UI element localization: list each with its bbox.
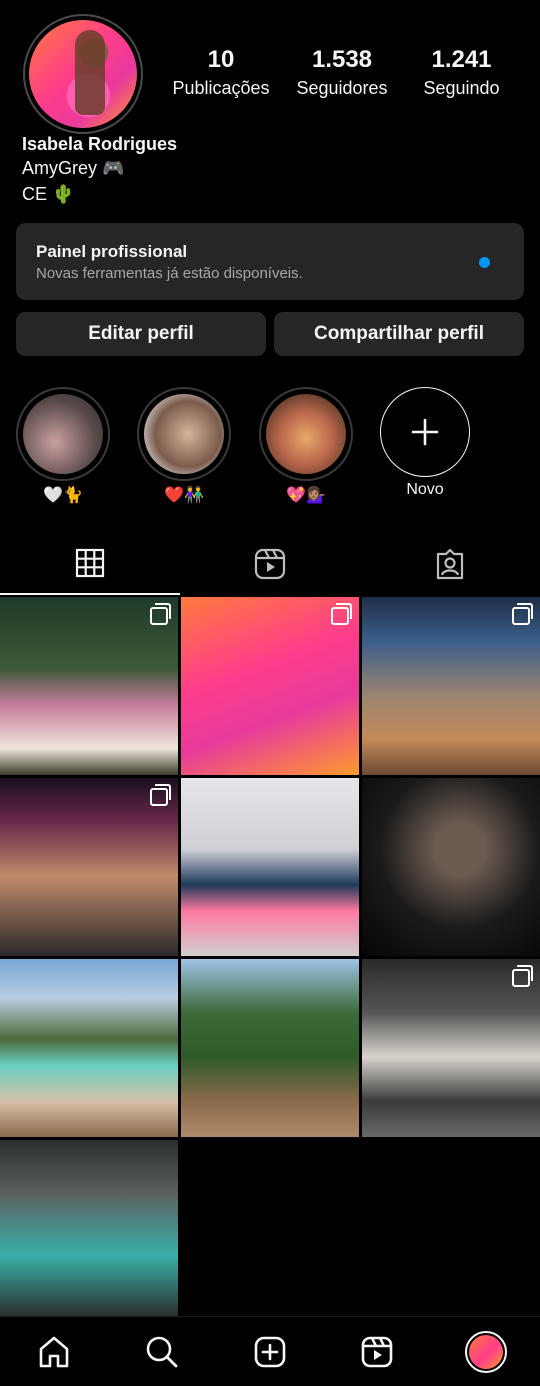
nav-create[interactable] (248, 1330, 292, 1374)
tagged-icon (436, 548, 464, 580)
post-thumbnail[interactable] (181, 959, 359, 1137)
post-thumbnail[interactable] (181, 778, 359, 956)
story-highlight[interactable]: 💖💁🏽‍♀️ (259, 387, 353, 505)
profile-avatar[interactable] (23, 14, 143, 134)
highlight-cover (23, 394, 103, 474)
stat-posts[interactable]: 10 Publicações (166, 46, 276, 99)
highlight-label: Novo (406, 481, 444, 498)
share-profile-button[interactable]: Compartilhar perfil (274, 312, 524, 356)
profile-tabs (0, 533, 540, 595)
tab-reels[interactable] (180, 533, 360, 595)
search-icon (146, 1336, 178, 1368)
panel-title: Painel profissional (36, 242, 188, 261)
carousel-icon (331, 603, 352, 625)
home-icon (39, 1336, 69, 1368)
grid-icon (75, 548, 105, 578)
highlight-cover (266, 394, 346, 474)
posts-label: Publicações (172, 78, 270, 98)
post-thumbnail[interactable] (362, 778, 540, 956)
nav-reels[interactable] (355, 1330, 399, 1374)
bottom-navigation (0, 1316, 540, 1386)
profile-photo (29, 20, 137, 128)
carousel-icon (512, 965, 533, 987)
following-count: 1.241 (431, 46, 492, 73)
followers-count: 1.538 (311, 46, 373, 73)
profile-photo (469, 1335, 503, 1369)
followers-label: Seguidores (296, 78, 388, 98)
stat-following[interactable]: 1.241 Seguindo (414, 46, 509, 99)
tab-grid[interactable] (0, 533, 180, 595)
highlight-label: 💖💁🏽‍♀️ (286, 487, 326, 504)
carousel-icon (150, 784, 171, 806)
story-highlight[interactable]: ❤️👫 (137, 387, 231, 505)
carousel-icon (512, 603, 533, 625)
highlight-ring (137, 387, 231, 481)
post-thumbnail[interactable] (362, 959, 540, 1137)
highlight-cover (144, 394, 224, 474)
post-thumbnail[interactable] (0, 959, 178, 1137)
tab-tagged[interactable] (360, 533, 540, 595)
post-thumbnail[interactable] (0, 1140, 178, 1318)
highlight-label: 🤍🐈 (43, 487, 83, 504)
reels-icon (361, 1336, 393, 1368)
panel-subtitle: Novas ferramentas já estão disponíveis. (36, 265, 303, 282)
nav-search[interactable] (140, 1330, 184, 1374)
carousel-icon (150, 603, 171, 625)
nav-home[interactable] (32, 1330, 76, 1374)
post-thumbnail[interactable] (0, 597, 178, 775)
edit-profile-button[interactable]: Editar perfil (16, 312, 266, 356)
post-thumbnail[interactable] (0, 778, 178, 956)
highlight-ring (16, 387, 110, 481)
post-thumbnail[interactable] (362, 597, 540, 775)
plus-icon (411, 418, 439, 446)
story-highlight[interactable]: 🤍🐈 (16, 387, 110, 505)
new-highlight-button[interactable] (380, 387, 470, 477)
professional-dashboard-panel[interactable]: Painel profissional Novas ferramentas já… (16, 223, 524, 300)
stat-followers[interactable]: 1.538 Seguidores (290, 46, 394, 99)
bio-line: CE 🌵 (22, 184, 75, 204)
reels-icon (254, 548, 286, 580)
notification-dot (479, 257, 490, 268)
create-icon (254, 1336, 286, 1368)
profile-avatar (465, 1331, 507, 1373)
bio-line: AmyGrey 🎮 (22, 158, 125, 178)
highlight-ring (259, 387, 353, 481)
profile-name: Isabela Rodrigues (22, 134, 178, 154)
highlight-label: ❤️👫 (164, 487, 204, 504)
new-highlight[interactable]: Novo (378, 387, 472, 499)
following-label: Seguindo (423, 78, 500, 98)
posts-count: 10 (207, 46, 235, 73)
nav-profile[interactable] (464, 1330, 508, 1374)
post-thumbnail[interactable] (181, 597, 359, 775)
